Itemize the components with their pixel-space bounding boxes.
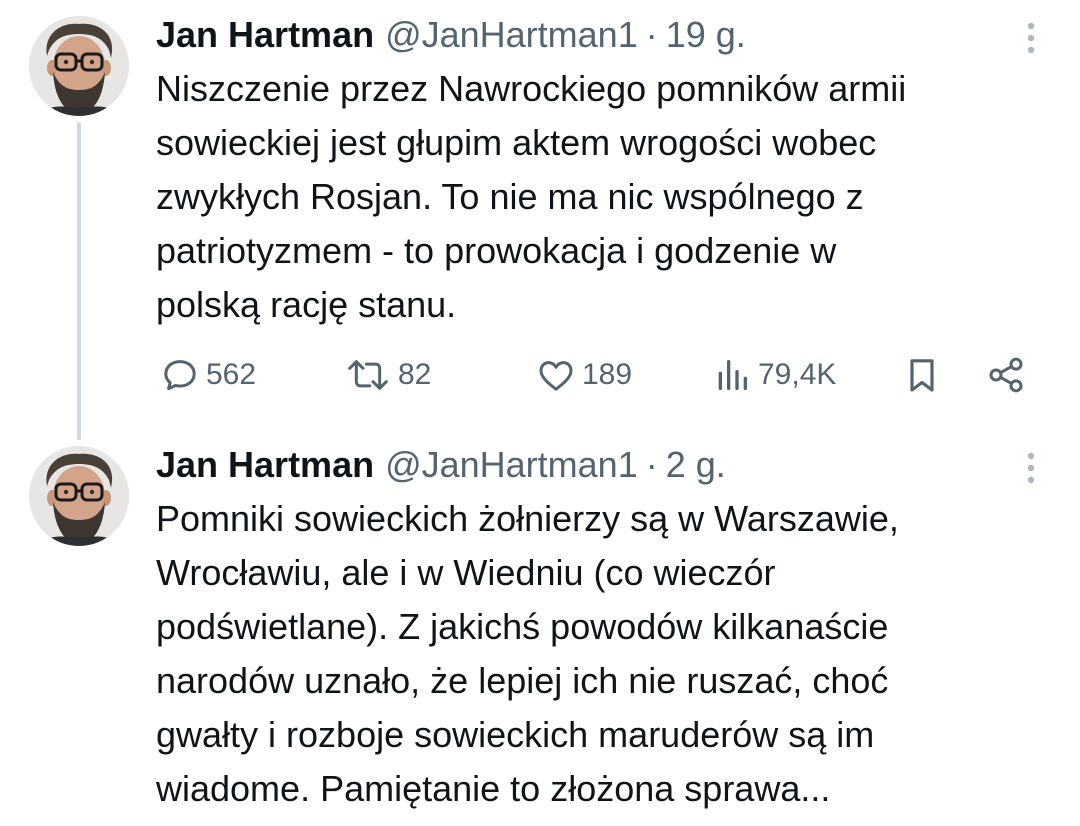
tweet-text-line: patriotyzmem - to prowokacja i godzenie … bbox=[156, 230, 837, 271]
bar-chart-icon bbox=[718, 360, 747, 390]
retweet-count: 82 bbox=[398, 358, 432, 391]
tweet-text-line: sowieckiej jest głupim aktem wrogości wo… bbox=[156, 122, 877, 163]
tweet[interactable]: Jan Hartman @JanHartman1 · 19 g. Niszcze… bbox=[0, 0, 1080, 430]
tweet-text-line: Niszczenie przez Nawrockiego pomników ar… bbox=[156, 68, 907, 109]
speech-bubble-icon bbox=[164, 360, 196, 391]
share-button[interactable] bbox=[986, 350, 1026, 400]
views-count: 79,4K bbox=[758, 358, 837, 391]
tweet-text-line: podświetlane). Z jakichś powodów kilkana… bbox=[156, 606, 889, 647]
author-handle[interactable]: @JanHartman1 bbox=[385, 12, 638, 58]
tweet-text-line: Wrocławiu, ale i w Wiedniu (co wieczór bbox=[156, 552, 776, 593]
like-button[interactable]: 189 bbox=[536, 350, 632, 400]
heart-icon bbox=[539, 361, 573, 391]
tweet[interactable]: Jan Hartman @JanHartman1 · 2 g. Pomniki … bbox=[0, 430, 1080, 826]
bookmark-button[interactable] bbox=[902, 350, 942, 400]
tweet-text: Niszczenie przez Nawrockiego pomników ar… bbox=[156, 62, 1056, 332]
tweet-timestamp[interactable]: 2 g. bbox=[666, 442, 726, 488]
tweet-text-line: wiadome. Pamiętanie to złożona sprawa... bbox=[156, 768, 831, 809]
retweet-icon bbox=[348, 360, 388, 390]
vertical-dots-icon bbox=[1027, 22, 1035, 54]
tweet-header: Jan Hartman @JanHartman1 · 19 g. bbox=[156, 12, 746, 58]
avatar[interactable] bbox=[29, 446, 129, 546]
author-name[interactable]: Jan Hartman bbox=[156, 12, 374, 58]
tweet-header: Jan Hartman @JanHartman1 · 2 g. bbox=[156, 442, 726, 488]
header-separator: · bbox=[645, 444, 658, 485]
tweet-text-line: gwałty i rozboje sowieckich maruderów są… bbox=[156, 714, 875, 755]
tweet-timestamp[interactable]: 19 g. bbox=[666, 12, 746, 58]
more-options-button[interactable] bbox=[1016, 20, 1046, 56]
author-name[interactable]: Jan Hartman bbox=[156, 442, 374, 488]
views-button[interactable]: 79,4K bbox=[712, 350, 836, 400]
tweet-text-line: Pomniki sowieckich żołnierzy są w Warsza… bbox=[156, 498, 899, 539]
avatar[interactable] bbox=[29, 16, 129, 116]
tweet-thread: Jan Hartman @JanHartman1 · 19 g. Niszcze… bbox=[0, 0, 1080, 826]
tweet-text-line: zwykłych Rosjan. To nie ma nic wspólnego… bbox=[156, 176, 864, 217]
reply-count: 562 bbox=[206, 358, 257, 391]
like-count: 189 bbox=[582, 358, 633, 391]
share-icon bbox=[989, 357, 1023, 393]
header-separator: · bbox=[645, 14, 658, 55]
tweet-text-line: polską rację stanu. bbox=[156, 284, 457, 325]
bookmark-icon bbox=[910, 359, 934, 392]
tweet-text-line: narodów uznało, że lepiej ich nie ruszać… bbox=[156, 660, 889, 701]
more-options-button[interactable] bbox=[1016, 450, 1046, 486]
vertical-dots-icon bbox=[1027, 452, 1035, 484]
retweet-button[interactable]: 82 bbox=[344, 350, 431, 400]
tweet-actions-bar: 562 82 189 79,4K bbox=[156, 350, 1036, 400]
tweet-text: Pomniki sowieckich żołnierzy są w Warsza… bbox=[156, 492, 1056, 816]
reply-button[interactable]: 562 bbox=[160, 350, 256, 400]
author-handle[interactable]: @JanHartman1 bbox=[385, 442, 638, 488]
